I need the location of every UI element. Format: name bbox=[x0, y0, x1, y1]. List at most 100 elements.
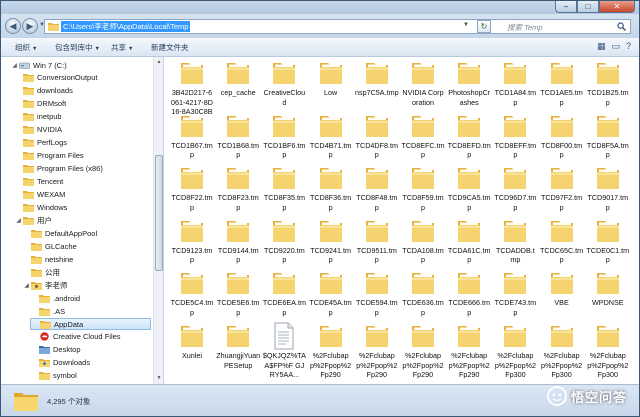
file-name: TCDE6EA.tmp bbox=[262, 298, 306, 317]
expand-arrow-icon[interactable]: ◢ bbox=[22, 282, 31, 289]
file-item[interactable]: ZhuangjiYuanPESetup bbox=[216, 322, 260, 384]
folder-icon bbox=[504, 220, 527, 242]
nav-item[interactable]: WEXAM bbox=[14, 189, 65, 201]
preview-pane-icon[interactable]: ▭ bbox=[611, 41, 620, 52]
include-library-menu[interactable]: 包含到库中 ▼ bbox=[55, 42, 100, 53]
file-item[interactable]: $QKJQZ%TAA$FP%F GJRY5AA... bbox=[262, 322, 306, 384]
file-name: TCD8F35.tmp bbox=[263, 193, 305, 212]
maximize-button[interactable]: □ bbox=[577, 1, 599, 13]
help-icon[interactable]: ? bbox=[626, 41, 631, 52]
folder-icon bbox=[23, 216, 34, 225]
nav-item[interactable]: Program Files (x86) bbox=[14, 163, 103, 175]
search-input[interactable]: 搜索 Temp bbox=[490, 19, 631, 34]
view-controls: ▦ ▭ ? bbox=[597, 41, 631, 52]
folder-icon bbox=[39, 372, 50, 381]
nav-item[interactable]: ◢ 李老师 bbox=[22, 279, 68, 291]
nav-item[interactable]: ◢ 用户 bbox=[14, 214, 52, 226]
nav-item[interactable]: PerfLogs bbox=[14, 137, 67, 149]
folder-icon bbox=[504, 273, 527, 295]
folder-icon bbox=[412, 326, 434, 347]
status-bar: 4,295 个对象 bbox=[1, 384, 639, 416]
folder-icon bbox=[181, 326, 203, 347]
share-menu[interactable]: 共享 ▼ bbox=[111, 42, 133, 53]
address-bar[interactable]: C:\Users\李老师\AppData\Local\Temp ▼ bbox=[44, 19, 490, 34]
file-item[interactable]: Xunlei bbox=[170, 322, 214, 384]
nav-item-label: Downloads bbox=[53, 358, 91, 368]
nav-item[interactable]: ◢ Win 7 (C:) bbox=[10, 59, 67, 71]
nav-item[interactable]: Downloads bbox=[30, 357, 90, 369]
file-item[interactable]: %2Fclubapp%2Fpop%2Fp290 bbox=[309, 322, 353, 384]
address-row: ◀ ▶ ▼ C:\Users\李老师\AppData\Local\Temp ▼ … bbox=[1, 14, 639, 38]
text-file-icon bbox=[274, 322, 294, 350]
file-item[interactable]: %2Fclubapp%2Fpop%2Fp290 bbox=[447, 322, 491, 384]
search-icon[interactable] bbox=[617, 22, 626, 31]
nav-item[interactable]: Windows bbox=[14, 201, 67, 213]
nav-item[interactable]: DRMsoft bbox=[14, 98, 66, 110]
expand-arrow-icon[interactable]: ◢ bbox=[14, 217, 23, 224]
nav-item[interactable]: NVIDIA bbox=[14, 124, 62, 136]
file-item[interactable]: %2Fclubapp%2Fpop%2Fp300 bbox=[586, 322, 630, 384]
new-folder-button[interactable]: 新建文件夹 bbox=[151, 42, 189, 53]
nav-item[interactable]: GLCache bbox=[22, 240, 77, 252]
nav-item-label: Program Files (x86) bbox=[37, 164, 103, 174]
folder-icon bbox=[319, 168, 342, 190]
nav-scrollbar[interactable]: ▲ ▼ bbox=[153, 57, 163, 384]
file-name: TCD9241.tmp bbox=[310, 245, 351, 265]
nav-item[interactable]: Tencent bbox=[14, 176, 63, 188]
watermark-logo-icon bbox=[547, 386, 567, 406]
nav-item[interactable]: netshine bbox=[22, 253, 73, 265]
nav-scroll-thumb[interactable] bbox=[155, 155, 163, 271]
nav-item[interactable]: .AS bbox=[30, 305, 65, 317]
nav-item[interactable]: Desktop bbox=[30, 344, 81, 356]
forward-button[interactable]: ▶ bbox=[22, 18, 38, 34]
nav-item[interactable]: AppData bbox=[30, 318, 151, 330]
folder-icon bbox=[227, 168, 250, 190]
file-name: TCD8F00.tmp bbox=[541, 140, 583, 160]
nav-item-label: WEXAM bbox=[37, 190, 66, 199]
folder-icon bbox=[319, 273, 342, 295]
nav-item[interactable]: inetpub bbox=[14, 111, 62, 123]
close-button[interactable]: ✕ bbox=[599, 1, 635, 13]
folder-icon bbox=[23, 126, 34, 135]
folder-icon bbox=[365, 63, 388, 84]
creative-cloud-icon bbox=[40, 332, 49, 342]
address-path[interactable]: C:\Users\李老师\AppData\Local\Temp bbox=[61, 21, 191, 32]
folder-icon bbox=[273, 115, 296, 137]
file-name: PhotoshopCrashes bbox=[448, 88, 491, 107]
address-dropdown-icon[interactable]: ▼ bbox=[463, 22, 469, 28]
file-item[interactable]: %2Fclubapp%2Fpop%2Fp290 bbox=[401, 322, 445, 384]
refresh-button[interactable]: ↻ bbox=[477, 20, 491, 33]
file-name: TCD1B68.tmp bbox=[217, 140, 259, 160]
item-count: 4,295 个对象 bbox=[47, 397, 91, 406]
minimize-button[interactable]: – bbox=[555, 1, 577, 13]
nav-item[interactable]: Program Files bbox=[14, 150, 84, 162]
organize-menu[interactable]: 组织 ▼ bbox=[15, 42, 37, 53]
file-name: TCD8F22.tmp bbox=[171, 193, 213, 212]
nav-item[interactable]: downloads bbox=[14, 85, 73, 97]
file-name: VBE bbox=[554, 298, 569, 308]
folder-icon bbox=[227, 115, 250, 137]
nav-item[interactable]: DefaultAppPool bbox=[22, 227, 97, 239]
file-name: %2Fclubapp%2Fpop%2Fp300 bbox=[494, 351, 536, 379]
nav-item-label: Desktop bbox=[53, 345, 81, 355]
folder-icon bbox=[365, 326, 388, 347]
nav-item[interactable]: Creative Cloud Files bbox=[30, 331, 121, 343]
nav-item[interactable]: symbol bbox=[30, 370, 77, 382]
scroll-down-icon[interactable]: ▼ bbox=[155, 374, 163, 383]
file-name: TCD8EFD.tmp bbox=[447, 140, 491, 160]
file-name: %2Fclubapp%2Fpop%2Fp290 bbox=[402, 351, 444, 379]
nav-item[interactable]: ConversionOutput bbox=[14, 72, 97, 84]
file-item[interactable]: %2Fclubapp%2Fpop%2Fp300 bbox=[493, 322, 537, 384]
expand-arrow-icon[interactable]: ◢ bbox=[10, 62, 19, 69]
nav-item-label: symbol bbox=[53, 371, 77, 381]
scroll-up-icon[interactable]: ▲ bbox=[155, 58, 163, 67]
nav-item-label: .AS bbox=[53, 306, 66, 316]
view-options-icon[interactable]: ▦ bbox=[597, 41, 606, 52]
nav-item[interactable]: 公用 bbox=[22, 266, 60, 278]
file-item[interactable]: %2Fclubapp%2Fpop%2Fp300 bbox=[540, 322, 584, 384]
file-name: TCDC65C.tmp bbox=[540, 245, 584, 265]
folder-icon bbox=[458, 168, 481, 190]
back-button[interactable]: ◀ bbox=[5, 18, 21, 34]
file-item[interactable]: %2Fclubapp%2Fpop%2Fp290 bbox=[355, 322, 399, 384]
nav-item[interactable]: .android bbox=[30, 292, 80, 304]
